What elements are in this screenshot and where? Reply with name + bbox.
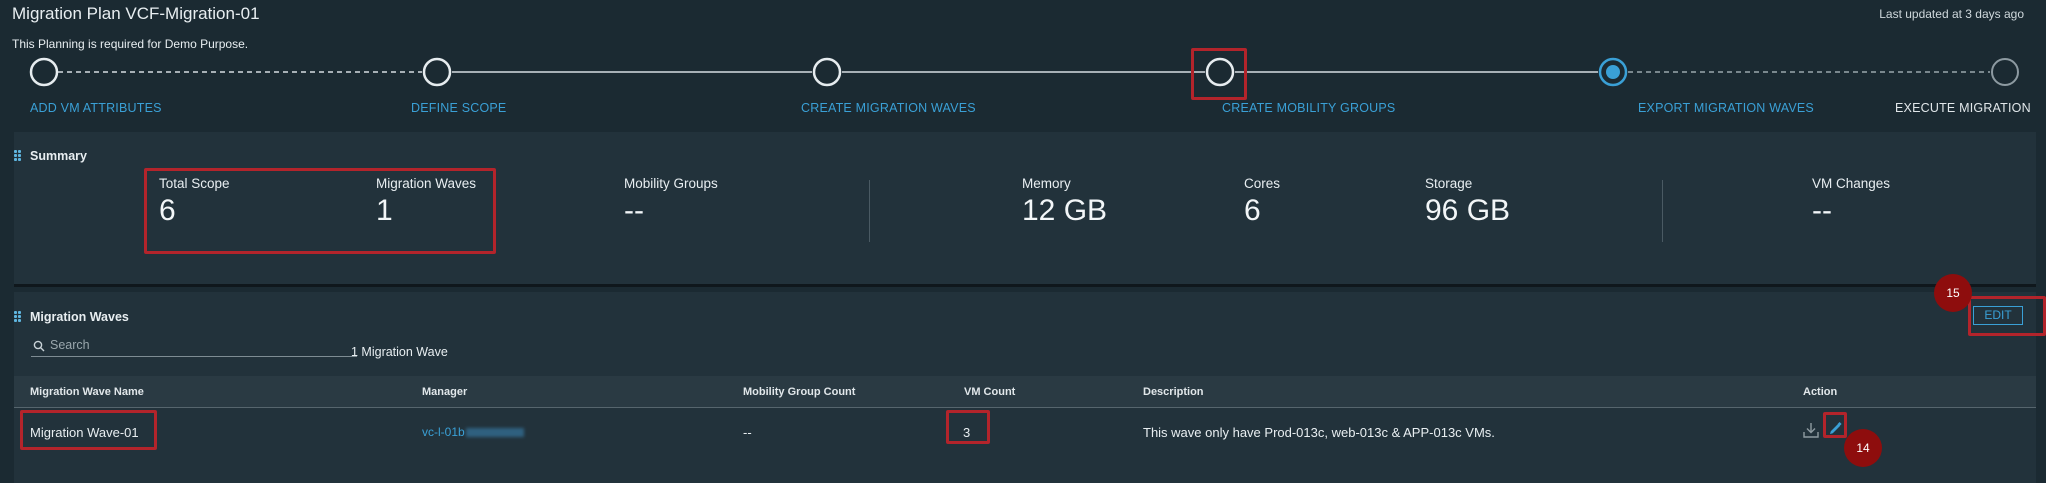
step-add-vm-attributes[interactable]: ADD VM ATTRIBUTES [30,101,162,115]
step-execute-migration: EXECUTE MIGRATION [1895,101,2031,115]
step-2-marker[interactable] [422,57,452,87]
highlight-edit-pencil [1823,412,1847,438]
search-input[interactable] [50,336,350,354]
memory-value: 12 GB [1022,194,1108,227]
drag-grip-icon [14,311,22,323]
migration-waves-title: Migration Waves [14,310,129,324]
last-updated-text: Last updated at 3 days ago [1879,7,2024,21]
column-action: Action [1803,386,1838,398]
migration-stepper: ADD VM ATTRIBUTES DEFINE SCOPE CREATE MI… [0,50,2046,120]
description-cell: This wave only have Prod-013c, web-013c … [1143,425,1495,440]
column-description[interactable]: Description [1143,386,1204,398]
step-6-marker[interactable] [1991,58,2019,86]
step-export-migration-waves[interactable]: EXPORT MIGRATION WAVES [1638,101,1814,115]
step-create-migration-waves[interactable]: CREATE MIGRATION WAVES [801,101,976,115]
storage-value: 96 GB [1425,194,1511,227]
cores-label: Cores [1244,176,1281,191]
cores-value: 6 [1244,194,1261,227]
step-3-marker[interactable] [812,57,842,87]
highlight-vm-count [946,410,990,444]
vm-changes-label: VM Changes [1812,176,1891,191]
table-header: Migration Wave Name Manager Mobility Gro… [14,376,2036,408]
search-icon [33,340,45,352]
download-icon[interactable] [1802,421,1820,439]
step-1-marker[interactable] [29,57,59,87]
migration-waves-panel: Migration Waves 1 Migration Wave EDIT Mi… [14,292,2046,483]
step-create-mobility-groups[interactable]: CREATE MOBILITY GROUPS [1222,101,1395,115]
stepper-track [29,57,2019,87]
highlight-edit-button [1968,296,2046,336]
mobility-groups-label: Mobility Groups [624,176,718,191]
plan-description: This Planning is required for Demo Purpo… [12,37,249,51]
annotation-badge-14: 14 [1844,429,1882,467]
drag-grip-icon [14,150,22,162]
column-manager[interactable]: Manager [422,386,467,398]
highlight-mobility-step [1191,48,1247,100]
wave-count-text: 1 Migration Wave [351,345,448,359]
mobility-groups-value: -- [624,194,644,227]
storage-label: Storage [1425,176,1473,191]
memory-label: Memory [1022,176,1071,191]
summary-title: Summary [14,149,87,163]
highlight-scope-waves [144,168,496,254]
search-field[interactable] [31,336,357,357]
mobility-group-count-cell: -- [743,425,752,440]
summary-panel: Summary Total Scope 6 Migration Waves 1 … [14,132,2036,287]
summary-divider [1662,180,1663,242]
annotation-badge-15: 15 [1934,274,1972,312]
summary-divider [869,180,870,242]
table-row[interactable]: Migration Wave-01 vc-l-01b -- 3 This wav… [14,408,2036,452]
column-wave-name[interactable]: Migration Wave Name [30,386,144,398]
column-mobility-group-count[interactable]: Mobility Group Count [743,386,855,398]
step-define-scope[interactable]: DEFINE SCOPE [411,101,506,115]
redacted-hostname [465,428,524,438]
highlight-wave-name [20,410,157,450]
manager-link[interactable]: vc-l-01b [422,425,524,439]
column-vm-count[interactable]: VM Count [964,386,1015,398]
vm-changes-value: -- [1812,194,1832,227]
page-title: Migration Plan VCF-Migration-01 [12,4,260,23]
